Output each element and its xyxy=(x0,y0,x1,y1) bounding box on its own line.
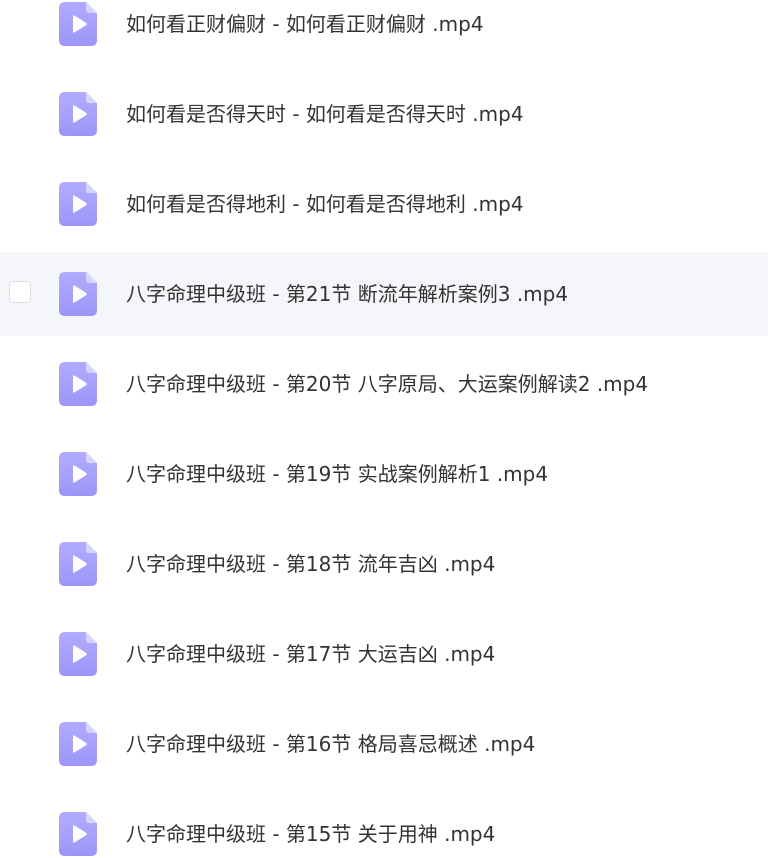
file-row[interactable]: 如何看正财偏财 - 如何看正财偏财 .mp4 xyxy=(0,0,768,66)
file-row[interactable]: 如何看是否得天时 - 如何看是否得天时 .mp4 xyxy=(0,72,768,156)
file-row[interactable]: 八字命理中级班 - 第21节 断流年解析案例3 .mp4 xyxy=(0,252,768,336)
video-file-icon xyxy=(59,182,97,226)
video-file-icon xyxy=(59,362,97,406)
file-row[interactable]: 八字命理中级班 - 第20节 八字原局、大运案例解读2 .mp4 xyxy=(0,342,768,426)
file-name: 八字命理中级班 - 第19节 实战案例解析1 .mp4 xyxy=(126,462,549,486)
file-name: 如何看是否得天时 - 如何看是否得天时 .mp4 xyxy=(126,102,524,126)
file-name: 八字命理中级班 - 第20节 八字原局、大运案例解读2 .mp4 xyxy=(126,372,649,396)
file-row[interactable]: 八字命理中级班 - 第16节 格局喜忌概述 .mp4 xyxy=(0,702,768,786)
file-name: 八字命理中级班 - 第16节 格局喜忌概述 .mp4 xyxy=(126,732,536,756)
file-name: 八字命理中级班 - 第17节 大运吉凶 .mp4 xyxy=(126,642,496,666)
video-file-icon xyxy=(59,542,97,586)
row-checkbox[interactable] xyxy=(9,281,31,303)
video-file-icon xyxy=(59,632,97,676)
file-name: 八字命理中级班 - 第15节 关于用神 .mp4 xyxy=(126,822,496,846)
file-row[interactable]: 如何看是否得地利 - 如何看是否得地利 .mp4 xyxy=(0,162,768,246)
file-list: 如何看正财偏财 - 如何看正财偏财 .mp4 如何看是否得天时 - 如何看是否得… xyxy=(0,0,768,858)
file-name: 如何看是否得地利 - 如何看是否得地利 .mp4 xyxy=(126,192,524,216)
video-file-icon xyxy=(59,452,97,496)
video-file-icon xyxy=(59,812,97,856)
video-file-icon xyxy=(59,2,97,46)
video-file-icon xyxy=(59,92,97,136)
file-row[interactable]: 八字命理中级班 - 第18节 流年吉凶 .mp4 xyxy=(0,522,768,606)
file-name: 如何看正财偏财 - 如何看正财偏财 .mp4 xyxy=(126,12,484,36)
file-row[interactable]: 八字命理中级班 - 第19节 实战案例解析1 .mp4 xyxy=(0,432,768,516)
file-row[interactable]: 八字命理中级班 - 第17节 大运吉凶 .mp4 xyxy=(0,612,768,696)
file-row[interactable]: 八字命理中级班 - 第15节 关于用神 .mp4 xyxy=(0,792,768,858)
file-name: 八字命理中级班 - 第21节 断流年解析案例3 .mp4 xyxy=(126,282,569,306)
video-file-icon xyxy=(59,272,97,316)
file-name: 八字命理中级班 - 第18节 流年吉凶 .mp4 xyxy=(126,552,496,576)
video-file-icon xyxy=(59,722,97,766)
